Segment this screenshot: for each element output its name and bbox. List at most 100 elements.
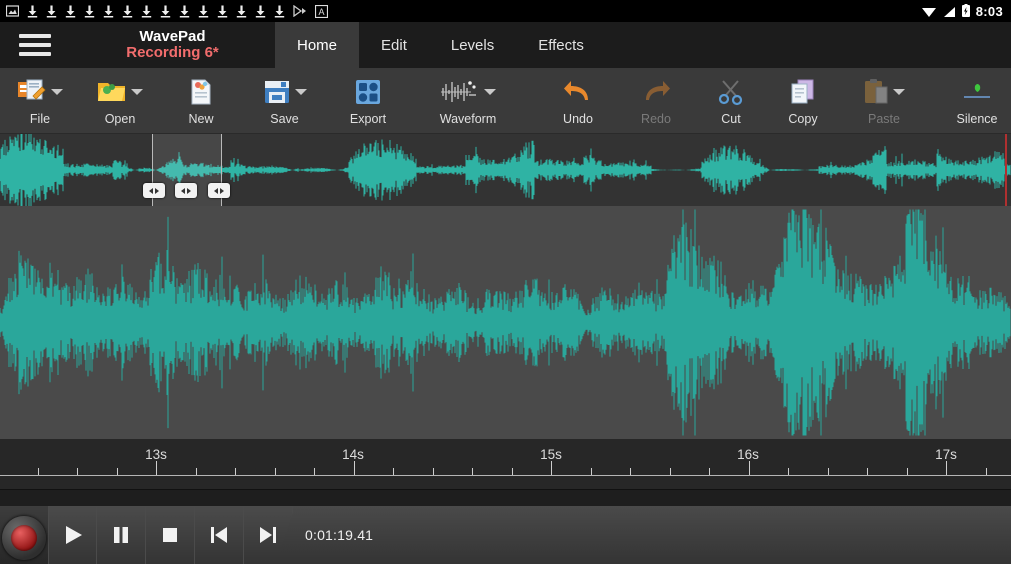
- arrow-right-icon: [187, 187, 191, 194]
- tab-effects[interactable]: Effects: [516, 22, 606, 68]
- ruler-major-tick: [749, 461, 750, 475]
- ruler-label: 15s: [540, 447, 562, 462]
- time-display: 0:01:19.41: [305, 527, 374, 543]
- download-icon: [236, 5, 247, 18]
- ruler-major-tick: [354, 461, 355, 475]
- ruler-minor-tick: [512, 468, 513, 475]
- new-doc-icon: [187, 77, 215, 107]
- tab-label: Levels: [450, 36, 495, 54]
- battery-charging-icon: [961, 4, 971, 18]
- ribbon-button-paste: Paste: [839, 68, 929, 133]
- ribbon-button-undo[interactable]: Undo: [539, 68, 617, 133]
- main-waveform[interactable]: [0, 206, 1011, 439]
- download-icon: [65, 5, 76, 18]
- stop-icon: [159, 524, 181, 546]
- app-name: WavePad: [139, 27, 206, 45]
- download-icon: [46, 5, 57, 18]
- transport-bar: 0:01:19.41: [0, 506, 1011, 564]
- ribbon-button-label: Undo: [563, 111, 593, 126]
- tab-edit[interactable]: Edit: [359, 22, 429, 68]
- ribbon-button-label: New: [188, 111, 214, 126]
- overview-playhead: [1005, 134, 1007, 206]
- ribbon-button-cut[interactable]: Cut: [695, 68, 767, 133]
- ruler-minor-tick: [630, 468, 631, 475]
- chevron-down-icon[interactable]: [294, 88, 307, 95]
- ribbon-button-export[interactable]: Export: [327, 68, 409, 133]
- ribbon-button-new[interactable]: New: [160, 68, 242, 133]
- download-icon: [160, 5, 171, 18]
- skip-back-icon: [208, 524, 230, 546]
- scissors-icon: [717, 77, 745, 107]
- ribbon-button-copy[interactable]: Copy: [767, 68, 839, 133]
- chevron-down-icon[interactable]: [51, 88, 63, 95]
- arrow-left-icon: [149, 187, 153, 194]
- time-ruler[interactable]: 13s 14s 15s 16s 17s: [0, 439, 1011, 489]
- ribbon-button-waveform[interactable]: Waveform: [409, 68, 527, 133]
- stop-button[interactable]: [146, 506, 195, 564]
- download-icon: [198, 5, 209, 18]
- ribbon-button-save[interactable]: Save: [242, 68, 327, 133]
- download-icon: [274, 5, 285, 18]
- ruler-minor-tick: [77, 468, 78, 475]
- time-display-panel: 0:01:19.41: [293, 506, 1011, 564]
- tab-levels[interactable]: Levels: [429, 22, 516, 68]
- wavepad-app-window: A 8:03 WavePad Recording 6* Home Edit Le…: [0, 0, 1011, 564]
- chevron-down-icon[interactable]: [484, 88, 496, 95]
- overview-waveform[interactable]: [0, 134, 1011, 206]
- ruler-label: 13s: [145, 447, 167, 462]
- ribbon-button-open[interactable]: Open: [80, 68, 160, 133]
- ribbon-button-label: Silence: [956, 111, 998, 126]
- ribbon-button-label: Paste: [868, 111, 900, 126]
- ruler-minor-tick: [472, 468, 473, 475]
- overview-drag-handle-3[interactable]: [208, 183, 230, 198]
- download-icon: [103, 5, 114, 18]
- chevron-down-icon[interactable]: [131, 88, 143, 95]
- ruler-minor-tick: [117, 468, 118, 475]
- pause-icon: [110, 524, 132, 546]
- ruler-label: 16s: [737, 447, 759, 462]
- ribbon-button-label: Open: [104, 111, 136, 126]
- status-bar-notification-icons: A: [6, 0, 328, 22]
- ribbon-button-silence[interactable]: Silence: [941, 68, 1011, 133]
- ruler-label: 14s: [342, 447, 364, 462]
- ruler-minor-tick: [907, 468, 908, 475]
- main-waveform-graphic: [0, 209, 1011, 436]
- ruler-minor-tick: [393, 468, 394, 475]
- play-button[interactable]: [48, 506, 97, 564]
- undo-icon: [563, 77, 593, 107]
- tab-label: Home: [297, 36, 338, 54]
- download-icon: [84, 5, 95, 18]
- ribbon-toolbar: File Open New Save Export Waveform Undo Redo Cut…: [0, 68, 1011, 134]
- signal-icon: [942, 5, 956, 18]
- floppy-icon: [263, 77, 291, 107]
- ruler-minor-tick: [275, 468, 276, 475]
- ribbon-button-label: Cut: [721, 111, 741, 126]
- ribbon-button-label: File: [29, 111, 51, 126]
- chevron-down-icon[interactable]: [893, 88, 905, 95]
- record-button[interactable]: [2, 516, 46, 560]
- tab-label: Effects: [538, 36, 584, 54]
- overview-drag-handle-1[interactable]: [143, 183, 165, 198]
- silence-icon: [962, 77, 992, 107]
- clipboard-icon: [863, 77, 889, 107]
- svg-text:A: A: [318, 7, 324, 17]
- status-bar-system-icons: 8:03: [921, 0, 1003, 22]
- skip-forward-icon: [257, 524, 279, 546]
- hamburger-icon[interactable]: [0, 22, 70, 68]
- tab-home[interactable]: Home: [275, 22, 360, 68]
- image-icon: [6, 5, 19, 17]
- ribbon-button-file[interactable]: File: [0, 68, 80, 133]
- overview-drag-handle-2[interactable]: [175, 183, 197, 198]
- download-icon: [217, 5, 228, 18]
- ruler-major-tick: [156, 461, 157, 475]
- arrow-right-icon: [220, 187, 224, 194]
- ribbon-button-label: Export: [349, 111, 387, 126]
- pause-button[interactable]: [97, 506, 146, 564]
- file-icon: [17, 77, 47, 107]
- ruler-minor-tick: [196, 468, 197, 475]
- ruler-minor-tick: [867, 468, 868, 475]
- folder-icon: [97, 77, 127, 107]
- skip-start-button[interactable]: [195, 506, 244, 564]
- transport-buttons: [48, 506, 293, 564]
- ruler-major-tick: [946, 461, 947, 475]
